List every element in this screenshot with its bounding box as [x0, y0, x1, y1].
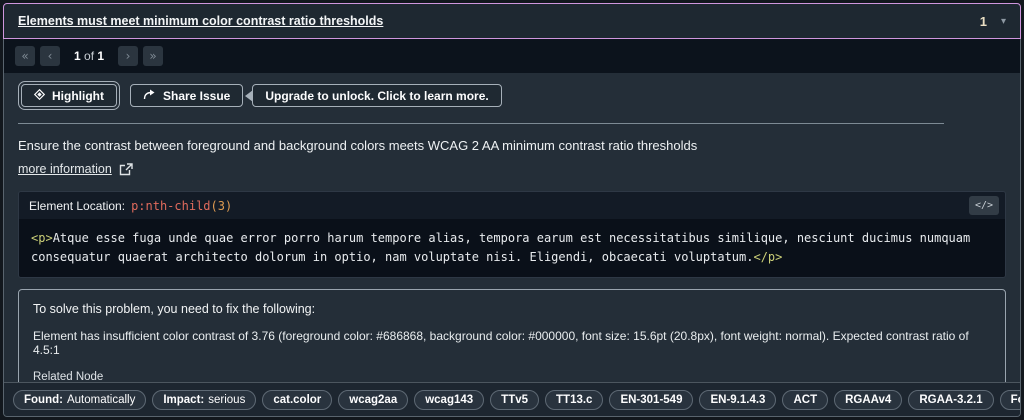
tag-badge: ACT	[782, 389, 829, 410]
element-location-section: Element Location: p:nth-child(3) </> <p>…	[18, 191, 1006, 279]
issue-detail-panel: « ‹ 1 of 1 › » Highlight Share Issue Upg…	[3, 39, 1021, 417]
previous-page-button[interactable]: ‹	[40, 46, 60, 66]
tag-badge: wcag143	[414, 389, 485, 410]
total-pages: 1	[97, 49, 105, 63]
issue-count-dropdown[interactable]: 1 ▾	[980, 14, 1006, 29]
tag-badge: cat.color	[262, 389, 333, 410]
next-page-button[interactable]: ›	[118, 46, 139, 66]
found-method-badge: Found: Automatically	[13, 389, 147, 410]
share-button-label: Share Issue	[162, 88, 231, 103]
tag-badge: wcag2aa	[338, 389, 409, 410]
css-selector: p:nth-child(3)	[131, 199, 232, 213]
share-arrow-icon	[143, 89, 156, 103]
toolbar-divider	[18, 123, 944, 124]
rule-title-link[interactable]: Elements must meet minimum color contras…	[18, 14, 383, 28]
view-source-button[interactable]: </>	[968, 196, 999, 215]
issue-count: 1	[979, 13, 987, 29]
chevron-right-icon: ›	[125, 49, 131, 63]
element-location-header: Element Location: p:nth-child(3) </>	[19, 192, 1005, 219]
tag-badge: TTv5	[490, 389, 540, 410]
upgrade-button-label: Upgrade to unlock. Click to learn more.	[265, 88, 489, 103]
page-status: 1 of 1	[74, 49, 104, 63]
highlight-button-label: Highlight	[52, 88, 104, 103]
selector-argument: (3)	[210, 198, 233, 213]
issue-tags-bar: Found: Automatically Impact: serious cat.c…	[4, 382, 1020, 416]
open-tag: <p>	[31, 231, 53, 245]
tag-badge: EN-9.1.4.3	[699, 389, 777, 410]
code-icon: </>	[974, 200, 993, 211]
chevron-left-icon: ‹	[47, 49, 53, 63]
pagination-bar: « ‹ 1 of 1 › »	[4, 39, 1020, 73]
tag-badge: TT13.c	[545, 389, 604, 410]
first-page-button[interactable]: «	[15, 46, 35, 66]
more-information-label: more information	[18, 162, 112, 176]
tag-badge: RGAAv4	[834, 389, 903, 410]
chevron-down-icon: ▾	[1000, 15, 1006, 27]
element-source-code: <p>Atque esse fuga unde quae error porro…	[19, 219, 1005, 278]
issue-accordion-header[interactable]: Elements must meet minimum color contras…	[3, 3, 1021, 39]
issue-toolbar: Highlight Share Issue Upgrade to unlock.…	[4, 73, 1020, 114]
contrast-failure-detail: Element has insufficient color contrast …	[33, 329, 969, 358]
more-information-link[interactable]: more information	[18, 162, 133, 176]
double-chevron-left-icon: «	[21, 49, 29, 63]
element-text: Atque esse fuga unde quae error porro ha…	[31, 231, 971, 265]
share-issue-button[interactable]: Share Issue	[129, 84, 244, 107]
of-label: of	[84, 49, 95, 63]
tag-badge: RGAA-3.2.1	[908, 389, 994, 410]
external-link-icon	[119, 162, 133, 176]
double-chevron-right-icon: »	[149, 49, 157, 63]
current-page: 1	[74, 49, 81, 63]
upgrade-button[interactable]: Upgrade to unlock. Click to learn more.	[252, 84, 502, 107]
solve-heading: To solve this problem, you need to fix t…	[33, 302, 316, 317]
found-on-badge: Found on:20/2/2026 at 11:46 AM	[999, 389, 1020, 410]
impact-badge: Impact: serious	[152, 389, 257, 410]
tag-badge: EN-301-549	[609, 389, 694, 410]
last-page-button[interactable]: »	[143, 46, 164, 66]
rule-description: Ensure the contrast between foreground a…	[18, 138, 698, 153]
selector-name: p:nth-child	[131, 198, 211, 213]
highlight-diamond-icon	[33, 88, 46, 103]
highlight-button[interactable]: Highlight	[18, 81, 120, 110]
close-tag: </p>	[753, 250, 783, 265]
element-location-label: Element Location:	[29, 198, 126, 213]
